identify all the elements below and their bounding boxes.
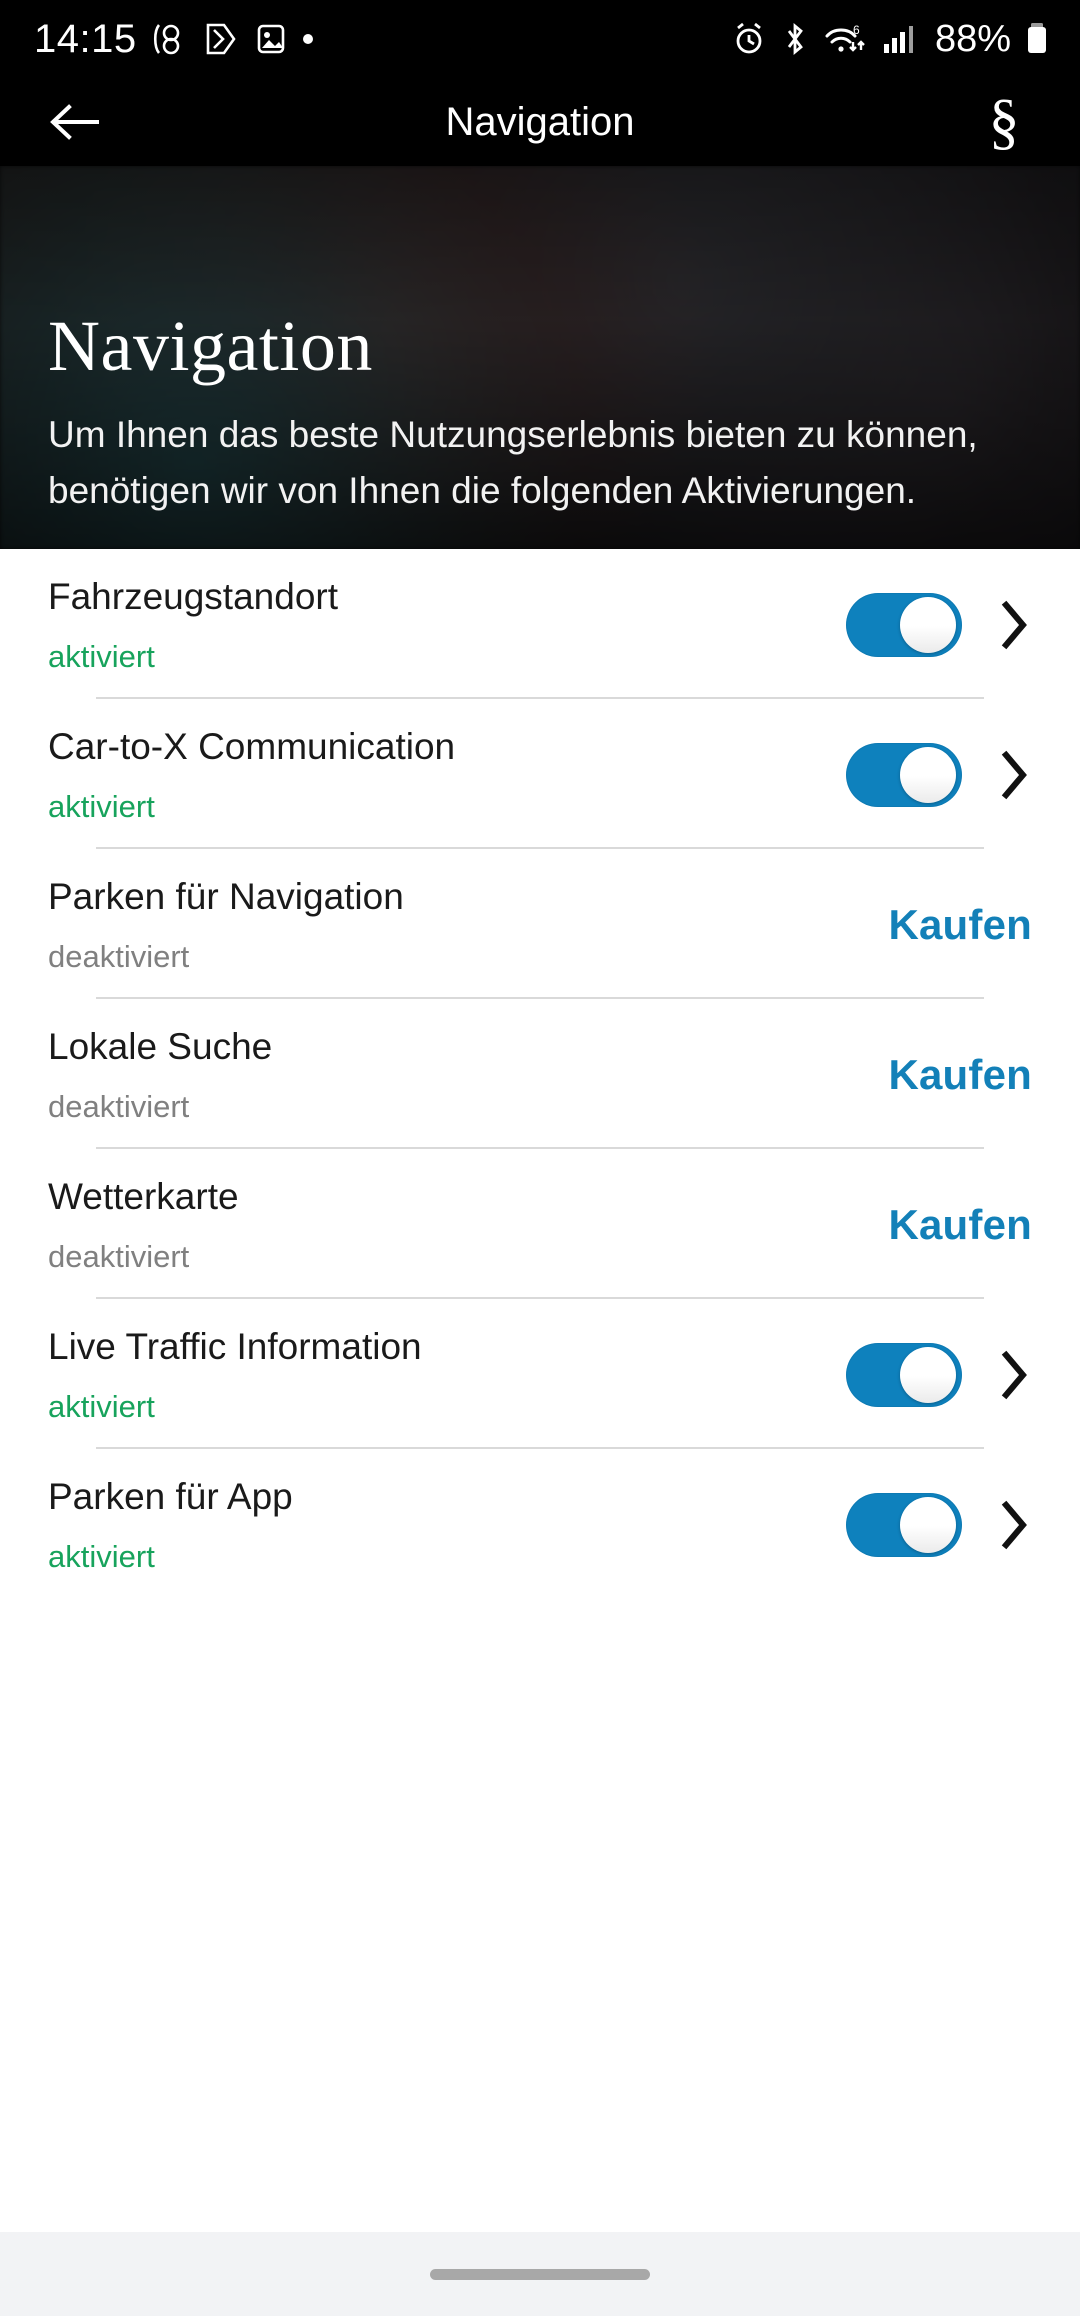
row-controls: Kaufen xyxy=(888,1051,1032,1099)
list-item-label: Car-to-X Communication xyxy=(48,726,456,767)
legal-notice-button[interactable]: § xyxy=(966,84,1042,160)
gesture-nav-bar xyxy=(0,2232,1080,2316)
back-arrow-icon xyxy=(50,104,99,140)
cellular-signal-icon xyxy=(882,20,918,58)
battery-icon xyxy=(1024,19,1050,59)
status-bar: 14:15 6 88% xyxy=(0,0,1080,78)
buy-button[interactable]: Kaufen xyxy=(888,1051,1032,1099)
row-controls xyxy=(846,1343,1032,1407)
toggle-knob xyxy=(900,597,956,653)
chevron-right-icon[interactable] xyxy=(996,1497,1032,1553)
chevron-right-icon[interactable] xyxy=(996,747,1032,803)
dual-sim-icon xyxy=(153,19,187,59)
row-texts: Fahrzeugstandort aktiviert xyxy=(48,577,338,673)
toggle-knob xyxy=(900,1347,956,1403)
list-item-label: Wetterkarte xyxy=(48,1176,239,1217)
row-texts: Parken für App aktiviert xyxy=(48,1477,293,1573)
toggle-switch[interactable] xyxy=(846,593,962,657)
row-controls xyxy=(846,1493,1032,1557)
list-item-status: deaktiviert xyxy=(48,939,190,974)
image-icon xyxy=(255,19,287,59)
list-item[interactable]: Live Traffic Information aktiviert xyxy=(0,1299,1080,1449)
list-item[interactable]: Wetterkarte deaktiviert Kaufen xyxy=(0,1149,1080,1299)
row-texts: Lokale Suche deaktiviert xyxy=(48,1027,272,1123)
dot-indicator-icon xyxy=(302,34,313,44)
wifi-6-icon: 6 xyxy=(823,19,869,59)
list-item-label: Lokale Suche xyxy=(48,1026,273,1067)
list-item-label: Fahrzeugstandort xyxy=(48,576,339,617)
list-item-status: aktiviert xyxy=(48,1539,155,1574)
status-bar-right: 6 88% xyxy=(731,18,1050,61)
list-item[interactable]: Parken für Navigation deaktiviert Kaufen xyxy=(0,849,1080,999)
hero-content: Navigation Um Ihnen das beste Nutzungser… xyxy=(48,307,1020,519)
alarm-icon xyxy=(731,20,767,58)
row-texts: Live Traffic Information aktiviert xyxy=(48,1327,422,1423)
status-bar-left: 14:15 xyxy=(34,17,313,62)
toggle-switch[interactable] xyxy=(846,743,962,807)
settings-list: Fahrzeugstandort aktiviert Car-to-X Comm… xyxy=(0,549,1080,1599)
row-texts: Car-to-X Communication aktiviert xyxy=(48,727,455,823)
phone-screen: 14:15 6 88% Navigation § Navigation Um I… xyxy=(0,0,1080,2316)
hero-banner: Navigation Um Ihnen das beste Nutzungser… xyxy=(0,166,1080,549)
row-controls: Kaufen xyxy=(888,901,1032,949)
list-item-status: aktiviert xyxy=(48,639,155,674)
bluetooth-icon xyxy=(780,19,810,59)
row-texts: Wetterkarte deaktiviert xyxy=(48,1177,239,1273)
page-title: Navigation xyxy=(445,99,635,144)
hero-title: Navigation xyxy=(48,306,373,386)
toggle-switch[interactable] xyxy=(846,1343,962,1407)
chevron-right-icon[interactable] xyxy=(996,597,1032,653)
list-item[interactable]: Lokale Suche deaktiviert Kaufen xyxy=(0,999,1080,1149)
row-controls xyxy=(846,593,1032,657)
vpn-shield-icon xyxy=(203,19,239,59)
list-item[interactable]: Car-to-X Communication aktiviert xyxy=(0,699,1080,849)
row-controls xyxy=(846,743,1032,807)
home-gesture-handle[interactable] xyxy=(430,2268,650,2280)
list-item-status: deaktiviert xyxy=(48,1239,190,1274)
chevron-right-icon[interactable] xyxy=(996,1347,1032,1403)
toggle-switch[interactable] xyxy=(846,1493,962,1557)
list-item[interactable]: Fahrzeugstandort aktiviert xyxy=(0,549,1080,699)
row-controls: Kaufen xyxy=(888,1201,1032,1249)
row-texts: Parken für Navigation deaktiviert xyxy=(48,877,404,973)
svg-text:6: 6 xyxy=(853,23,860,37)
toggle-knob xyxy=(900,747,956,803)
buy-button[interactable]: Kaufen xyxy=(888,901,1032,949)
back-button[interactable] xyxy=(36,84,112,160)
list-item-label: Parken für Navigation xyxy=(48,876,404,917)
list-item-status: aktiviert xyxy=(48,1389,155,1424)
status-bar-clock: 14:15 xyxy=(34,16,137,61)
list-item-label: Parken für App xyxy=(48,1476,293,1517)
toggle-knob xyxy=(900,1497,956,1553)
list-item-label: Live Traffic Information xyxy=(48,1326,422,1367)
hero-description: Um Ihnen das beste Nutzungserlebnis biet… xyxy=(48,414,978,511)
app-bar: Navigation § xyxy=(0,78,1080,166)
buy-button[interactable]: Kaufen xyxy=(888,1201,1032,1249)
battery-percent-label: 88% xyxy=(934,17,1011,60)
section-sign-icon: § xyxy=(988,88,1020,156)
list-item[interactable]: Parken für App aktiviert xyxy=(0,1449,1080,1599)
list-item-status: aktiviert xyxy=(48,789,155,824)
list-item-status: deaktiviert xyxy=(48,1089,190,1124)
